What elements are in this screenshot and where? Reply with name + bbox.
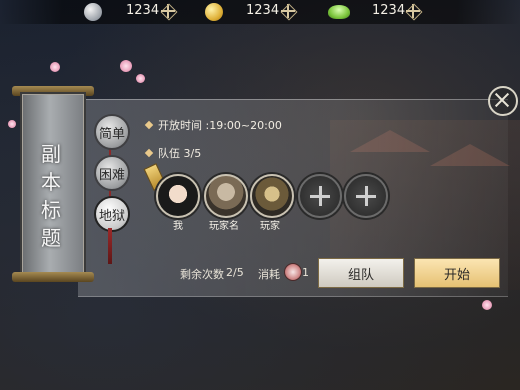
cost-label: 消耗: [258, 268, 280, 281]
silver-amount: 1234: [126, 3, 160, 18]
tassel-ornament: [108, 228, 112, 264]
blossom-icon: [482, 300, 492, 310]
remaining-label: 剩余次数: [180, 268, 224, 281]
player-name: 玩家: [260, 221, 280, 232]
silver-coin-icon: [84, 3, 102, 21]
gold-amount: 1234: [246, 3, 280, 18]
player-name: 玩家名: [209, 221, 239, 232]
start-button[interactable]: 开始: [414, 258, 500, 288]
cost-value: 1: [302, 266, 309, 279]
player-slot-2[interactable]: [204, 174, 248, 218]
team-count-text: 队伍 3/5: [158, 147, 202, 160]
close-icon[interactable]: [488, 86, 518, 116]
ingot-currency: [328, 2, 350, 22]
team-up-button[interactable]: 组队: [318, 258, 404, 288]
remaining-value: 2/5: [226, 266, 244, 279]
currency-bar: 1234 1234 1234: [0, 0, 520, 24]
ingot-amount: 1234: [372, 3, 406, 18]
silver-currency: [84, 2, 102, 22]
diamond-bullet-icon: [144, 120, 154, 130]
tab-hell[interactable]: 地狱: [94, 196, 130, 232]
diamond-bullet-icon: [144, 148, 154, 158]
team-row: 队伍 3/5: [144, 145, 202, 161]
add-gold-button[interactable]: [280, 3, 298, 21]
ticket-icon: [284, 263, 302, 281]
blossom-icon: [136, 74, 145, 83]
open-time-text: 开放时间 :19:00~20:00: [158, 119, 282, 132]
add-ingot-button[interactable]: [405, 3, 423, 21]
blossom-icon: [50, 62, 60, 72]
player-slot-3[interactable]: [250, 174, 294, 218]
dungeon-title: 副本标题: [41, 142, 61, 250]
tab-easy[interactable]: 简单: [94, 114, 130, 150]
gold-currency: [205, 2, 223, 22]
blossom-icon: [8, 120, 16, 128]
add-silver-button[interactable]: [160, 3, 178, 21]
tab-hard[interactable]: 困难: [94, 155, 130, 191]
player-name: 我: [173, 221, 183, 232]
player-slot-me[interactable]: [156, 174, 200, 218]
empty-slot-invite-button[interactable]: [344, 174, 388, 218]
open-time-row: 开放时间 :19:00~20:00: [144, 117, 282, 133]
jade-ingot-icon: [328, 5, 350, 19]
empty-slot-invite-button[interactable]: [298, 174, 342, 218]
gold-coin-icon: [205, 3, 223, 21]
scroll-rod-bottom: [12, 272, 94, 282]
blossom-icon: [120, 60, 132, 72]
